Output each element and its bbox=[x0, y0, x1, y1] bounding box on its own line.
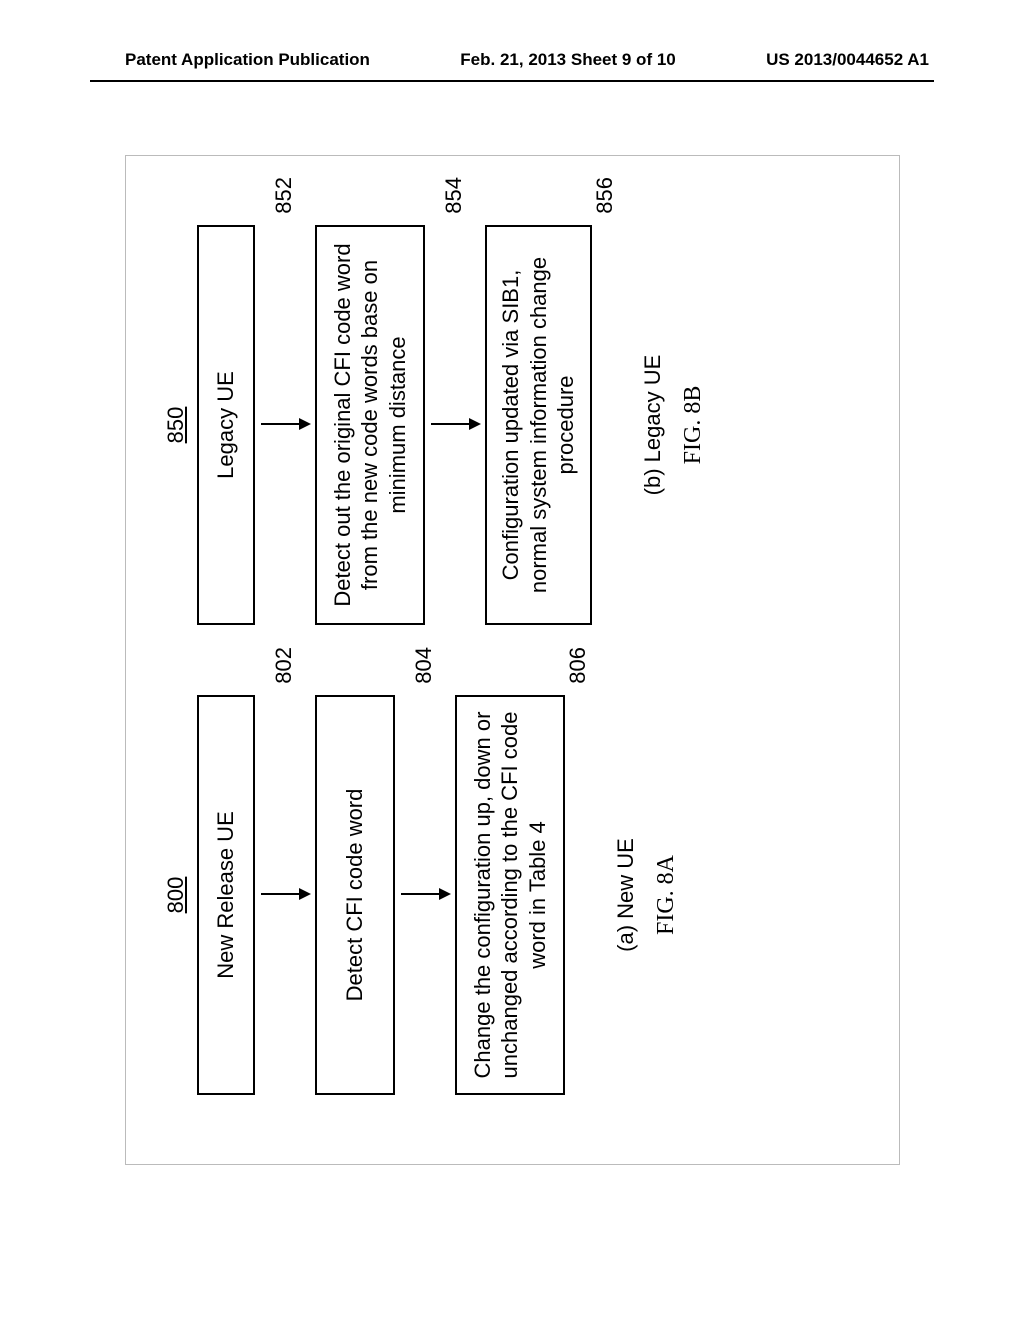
drawing-frame: 800 New Release UE 802 Detect CFI code w… bbox=[125, 155, 900, 1165]
flowchart-legacy-ue: 850 Legacy UE 852 Detect out the origina… bbox=[163, 225, 883, 625]
header-center: Feb. 21, 2013 Sheet 9 of 10 bbox=[460, 50, 675, 70]
box-config-sib1: Configuration updated via SIB1, normal s… bbox=[485, 225, 592, 625]
box-detect-original-cfi: Detect out the original CFI code word fr… bbox=[315, 225, 425, 625]
ref-850: 850 bbox=[163, 407, 189, 444]
box-new-release-ue: New Release UE bbox=[197, 695, 255, 1095]
ref-852: 852 bbox=[271, 177, 297, 214]
ref-802: 802 bbox=[271, 647, 297, 684]
arrow-1-left: 802 bbox=[255, 695, 315, 1095]
box-legacy-ue: Legacy UE bbox=[197, 225, 255, 625]
header-right: US 2013/0044652 A1 bbox=[766, 50, 929, 70]
flowchart-new-ue: 800 New Release UE 802 Detect CFI code w… bbox=[163, 695, 883, 1095]
box-label: Detect CFI code word bbox=[341, 789, 369, 1002]
box-label: Configuration updated via SIB1, normal s… bbox=[497, 241, 580, 609]
ref-row-right: 856 bbox=[591, 225, 621, 625]
ref-800: 800 bbox=[163, 877, 189, 914]
box-change-config: Change the configuration up, down or unc… bbox=[455, 695, 565, 1095]
caption-a-new-ue: (a) New UE bbox=[613, 838, 639, 952]
box-label: Detect out the original CFI code word fr… bbox=[328, 241, 411, 609]
ref-854: 854 bbox=[441, 177, 467, 214]
box-detect-cfi: Detect CFI code word bbox=[315, 695, 395, 1095]
arrow-1-right: 852 bbox=[255, 225, 315, 625]
header-left: Patent Application Publication bbox=[125, 50, 370, 70]
ref-806: 806 bbox=[565, 647, 591, 684]
arrow-2-right: 854 bbox=[425, 225, 485, 625]
box-label: Legacy UE bbox=[212, 371, 240, 479]
box-label: New Release UE bbox=[212, 811, 240, 979]
ref-row-left: 806 bbox=[565, 695, 595, 1095]
fig-8b-label: FIG. 8B bbox=[679, 386, 706, 465]
ref-856: 856 bbox=[591, 177, 617, 214]
caption-b-legacy-ue: (b) Legacy UE bbox=[639, 355, 665, 496]
fig-8a-label: FIG. 8A bbox=[653, 855, 680, 935]
header-rule bbox=[90, 80, 934, 82]
box-label: Change the configuration up, down or unc… bbox=[468, 711, 551, 1079]
page-header: Patent Application Publication Feb. 21, … bbox=[0, 50, 1024, 70]
rotated-content: 800 New Release UE 802 Detect CFI code w… bbox=[143, 225, 883, 1095]
ref-804: 804 bbox=[411, 647, 437, 684]
arrow-2-left: 804 bbox=[395, 695, 455, 1095]
